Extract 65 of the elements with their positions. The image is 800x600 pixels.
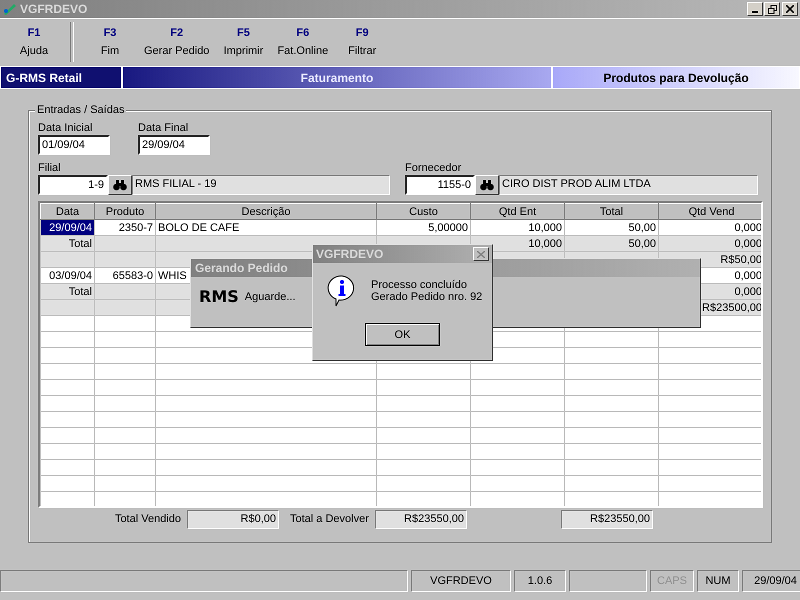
- column-header[interactable]: Produto: [94, 204, 156, 220]
- wait-message: Aguarde...: [244, 290, 296, 302]
- search-button[interactable]: [108, 175, 132, 195]
- total-label: Total a Devolver: [290, 513, 369, 525]
- field-label: Data Final: [138, 121, 190, 135]
- status-pane: 29/09/04: [742, 570, 800, 592]
- status-pane: 1.0.6: [514, 570, 566, 592]
- name-field: CIRO DIST PROD ALIM LTDA: [499, 175, 758, 195]
- binoculars-icon: [480, 180, 494, 190]
- toolbar-button[interactable]: F2 Gerar Pedido: [138, 27, 216, 57]
- table-cell: 50,00: [564, 236, 658, 252]
- logo: RMS: [199, 287, 239, 306]
- total-field: R$23550,00: [561, 510, 653, 529]
- close-button[interactable]: [782, 2, 798, 16]
- status-pane: NUM: [697, 570, 739, 592]
- table-cell: Total: [40, 236, 94, 252]
- search-button[interactable]: [475, 175, 499, 195]
- column-header[interactable]: Data: [40, 204, 94, 220]
- close-icon: [477, 250, 485, 258]
- table-cell: 5,00000: [376, 220, 470, 236]
- restore-button[interactable]: [764, 2, 780, 16]
- column-header[interactable]: Custo: [376, 204, 470, 220]
- close-icon: [786, 5, 794, 13]
- field-label: Filial: [38, 161, 62, 175]
- total-label: Total Vendido: [114, 513, 181, 525]
- table-cell: 65583-0: [94, 268, 156, 284]
- toolbar-button[interactable]: F5 Imprimir: [215, 27, 272, 57]
- table-cell: Total: [40, 284, 94, 300]
- restore-icon: [768, 4, 776, 14]
- column-header[interactable]: Descrição: [156, 204, 376, 220]
- table-cell: 03/09/04: [40, 268, 94, 284]
- date-field[interactable]: 01/09/04: [38, 135, 110, 155]
- status-pane: VGFRDEVO: [411, 570, 511, 592]
- table-cell: 50,00: [564, 220, 658, 236]
- table-cell: 10,000: [470, 220, 564, 236]
- total-field: R$0,00: [187, 510, 279, 529]
- table-cell: 29/09/04: [40, 220, 94, 236]
- message-text: Gerado Pedido nro. 92: [371, 291, 482, 303]
- binoculars-icon: [113, 180, 127, 190]
- column-header[interactable]: Qtd Ent: [470, 204, 564, 220]
- ok-button[interactable]: OK: [365, 323, 440, 346]
- screen-title: Produtos para Devolução: [552, 66, 800, 89]
- field-label: Fornecedor: [405, 161, 462, 175]
- code-field[interactable]: 1155-0: [405, 175, 475, 195]
- minimize-button[interactable]: [747, 2, 763, 16]
- date-field[interactable]: 29/09/04: [138, 135, 210, 155]
- field-label: Data Inicial: [38, 121, 94, 135]
- brand-label: G-RMS Retail: [0, 66, 122, 89]
- code-field[interactable]: 1-9: [38, 175, 108, 195]
- toolbar-button[interactable]: F1 Ajuda: [6, 27, 62, 57]
- info-icon: [327, 275, 357, 307]
- close-button[interactable]: [473, 247, 489, 261]
- window-title: VGFRDEVO: [20, 2, 88, 16]
- dialog-title: VGFRDEVO: [316, 247, 384, 261]
- name-field: RMS FILIAL - 19: [132, 175, 390, 195]
- total-field: R$23550,00: [375, 510, 467, 529]
- toolbar-button[interactable]: F9 Filtrar: [334, 27, 390, 57]
- column-header[interactable]: Qtd Vend: [658, 204, 761, 220]
- table-cell: 2350-7: [94, 220, 156, 236]
- toolbar-button[interactable]: F6 Fat.Online: [271, 27, 334, 57]
- table-cell: BOLO DE CAFE: [156, 220, 376, 236]
- toolbar-button[interactable]: F3 Fim: [82, 27, 138, 57]
- pen-icon: [2, 2, 18, 16]
- column-header[interactable]: Total: [564, 204, 658, 220]
- module-title: Faturamento: [122, 66, 552, 89]
